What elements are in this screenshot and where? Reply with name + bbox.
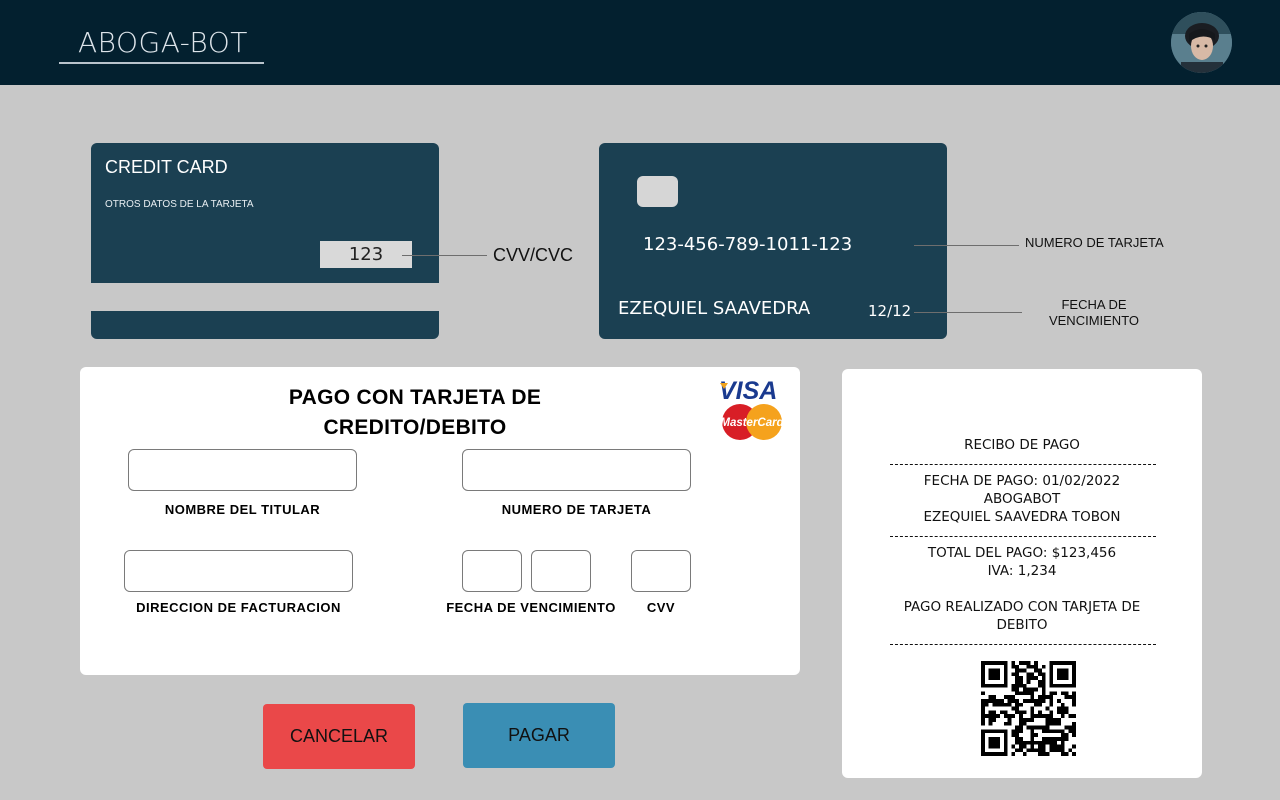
user-avatar[interactable]	[1171, 12, 1232, 73]
card-number-label: NUMERO DE TARJETA	[501, 502, 652, 517]
form-title-line-1: PAGO CON TARJETA DE	[288, 386, 542, 409]
receipt-divider	[890, 644, 1156, 645]
expiry-year-input[interactable]	[531, 550, 591, 592]
card-chip-icon	[637, 176, 678, 207]
form-title: PAGO CON TARJETA DE CREDITO/DEBITO	[250, 383, 580, 443]
receipt-iva: IVA: 1,234	[987, 563, 1057, 579]
card-number-display: 123-456-789-1011-123	[643, 234, 853, 255]
number-annotation-line	[914, 245, 1019, 246]
number-annotation: NUMERO DE TARJETA	[1025, 235, 1164, 250]
expiry-annotation-line-1: FECHA DE	[1061, 297, 1127, 312]
receipt-method-line-2: DEBITO	[996, 617, 1048, 633]
avatar-icon	[1171, 12, 1232, 73]
card-holder-display: EZEQUIEL SAAVEDRA	[618, 298, 811, 319]
receipt-divider	[890, 464, 1156, 465]
app-logo[interactable]: ABOGA-BOT	[78, 26, 248, 59]
card-back-stripe	[91, 311, 439, 339]
qr-code-icon	[981, 661, 1076, 756]
payment-form: PAGO CON TARJETA DE CREDITO/DEBITO VISA …	[80, 367, 800, 675]
expiry-annotation-line	[914, 312, 1022, 313]
holder-name-input[interactable]	[128, 449, 357, 491]
card-cvv-value: 123	[320, 241, 412, 268]
form-title-line-2: CREDITO/DEBITO	[323, 416, 507, 439]
expiry-annotation: FECHA DE VENCIMIENTO	[1040, 297, 1148, 329]
card-back-subtitle: OTROS DATOS DE LA TARJETA	[105, 199, 254, 210]
cvv-label: CVV	[646, 600, 676, 615]
receipt-company: ABOGABOT	[983, 491, 1061, 507]
card-expiry-display: 12/12	[868, 302, 912, 320]
billing-address-input[interactable]	[124, 550, 353, 592]
expiry-annotation-line-2: VENCIMIENTO	[1048, 313, 1140, 328]
cancel-button[interactable]: CANCELAR	[263, 704, 415, 769]
receipt-date: FECHA DE PAGO: 01/02/2022	[923, 473, 1121, 489]
billing-address-label: DIRECCION DE FACTURACION	[136, 600, 341, 615]
credit-card-back: CREDIT CARD OTROS DATOS DE LA TARJETA 12…	[91, 143, 439, 339]
expiry-label: FECHA DE VENCIMIENTO	[446, 600, 616, 615]
top-bar: ABOGA-BOT	[0, 0, 1280, 85]
receipt-total: TOTAL DEL PAGO: $123,456	[927, 545, 1117, 561]
credit-card-front: 123-456-789-1011-123 EZEQUIEL SAAVEDRA 1…	[599, 143, 947, 339]
pay-button[interactable]: PAGAR	[463, 703, 615, 768]
logo-underline	[59, 62, 264, 64]
receipt-customer: EZEQUIEL SAAVEDRA TOBON	[923, 509, 1121, 525]
holder-name-label: NOMBRE DEL TITULAR	[164, 502, 321, 517]
receipt-title: RECIBO DE PAGO	[964, 437, 1080, 453]
cvv-annotation-line	[402, 255, 487, 256]
receipt-method-line-1: PAGO REALIZADO CON TARJETA DE	[903, 599, 1141, 615]
expiry-month-input[interactable]	[462, 550, 522, 592]
card-back-title: CREDIT CARD	[105, 157, 228, 177]
card-number-input[interactable]	[462, 449, 691, 491]
card-brands-icon: VISA MasterCard	[719, 377, 785, 440]
visa-logo: VISA	[719, 377, 777, 405]
mastercard-logo: MasterCard	[720, 417, 784, 429]
payment-receipt: RECIBO DE PAGO FECHA DE PAGO: 01/02/2022…	[842, 369, 1202, 778]
cvv-annotation: CVV/CVC	[493, 245, 574, 265]
receipt-divider	[890, 536, 1156, 537]
cvv-input[interactable]	[631, 550, 691, 592]
